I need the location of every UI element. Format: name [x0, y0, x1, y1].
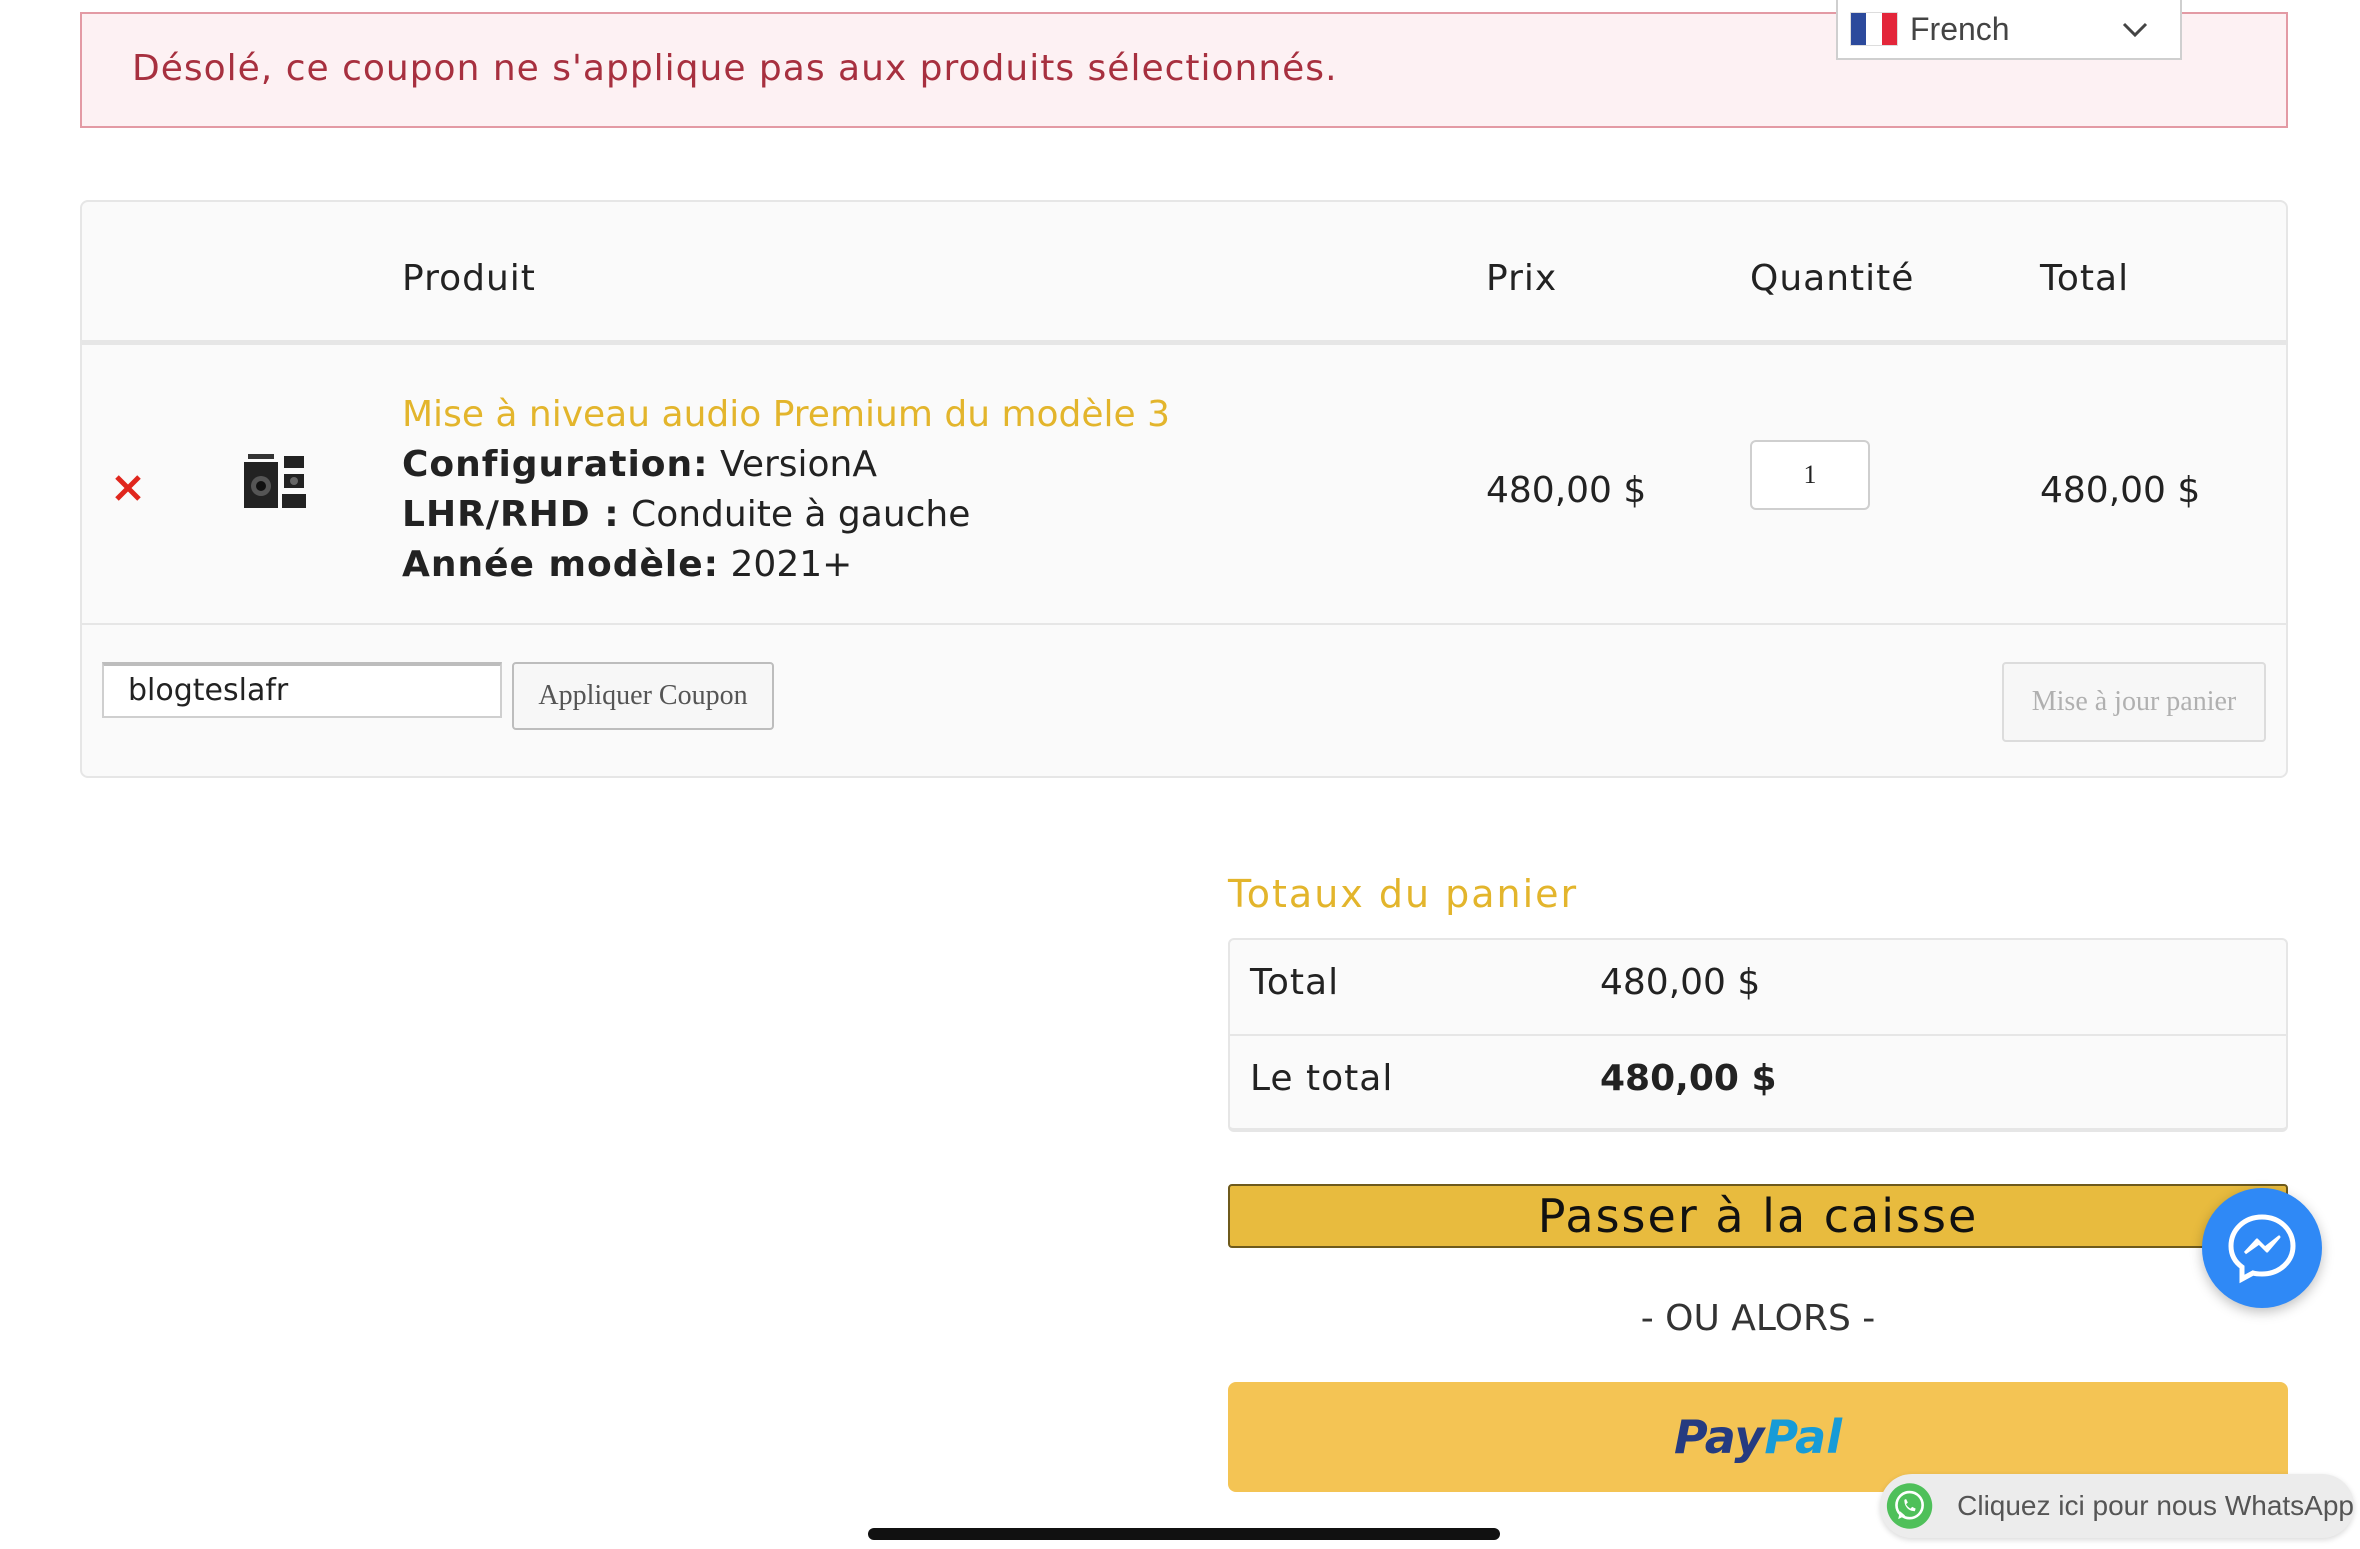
whatsapp-chat-button[interactable]: Cliquez ici pour nous WhatsApp [1880, 1474, 2354, 1538]
whatsapp-icon [1886, 1483, 1933, 1529]
checkout-button[interactable]: Passer à la caisse [1228, 1184, 2288, 1248]
item-total: 480,00 $ [2040, 470, 2201, 511]
product-meta-year: Année modèle: 2021+ [402, 544, 853, 585]
product-meta-configuration: Configuration: VersionA [402, 444, 877, 485]
paypal-logo: PayPal [1674, 1410, 1842, 1464]
chevron-down-icon [2122, 22, 2148, 38]
totals-divider [1230, 1034, 2286, 1036]
product-name-link[interactable]: Mise à niveau audio Premium du modèle 3 [402, 394, 1170, 435]
product-meta-drive: LHR/RHD : Conduite à gauche [402, 494, 971, 535]
cart-totals-heading: Totaux du panier [1228, 872, 1579, 916]
header-divider [82, 340, 2286, 345]
error-message: Désolé, ce coupon ne s'applique pas aux … [132, 48, 1338, 89]
language-label: French [1910, 10, 2010, 47]
or-separator: - OU ALORS - [1640, 1298, 1876, 1339]
totals-grand-value: 480,00 $ [1600, 1058, 1777, 1099]
item-price: 480,00 $ [1486, 470, 1647, 511]
home-indicator[interactable] [868, 1528, 1500, 1540]
totals-grand-label: Le total [1250, 1058, 1394, 1099]
product-thumbnail[interactable] [244, 452, 308, 516]
totals-subtotal-value: 480,00 $ [1600, 962, 1761, 1003]
quantity-input[interactable]: 1 [1750, 440, 1870, 510]
messenger-chat-button[interactable] [2202, 1188, 2322, 1308]
row-divider [82, 623, 2286, 625]
france-flag-icon [1850, 12, 1898, 46]
header-total: Total [2040, 258, 2130, 299]
header-product: Produit [402, 258, 536, 299]
update-cart-button[interactable]: Mise à jour panier [2002, 662, 2266, 742]
coupon-input[interactable]: blogteslafr [102, 662, 502, 718]
remove-x-icon[interactable] [112, 472, 144, 504]
totals-subtotal-label: Total [1250, 962, 1340, 1003]
messenger-icon [2228, 1214, 2296, 1284]
whatsapp-label: Cliquez ici pour nous WhatsApp [1957, 1490, 2354, 1521]
header-quantity: Quantité [1750, 258, 1915, 299]
language-selector[interactable]: French [1836, 0, 2182, 60]
apply-coupon-button[interactable]: Appliquer Coupon [512, 662, 774, 730]
header-price: Prix [1486, 258, 1558, 299]
